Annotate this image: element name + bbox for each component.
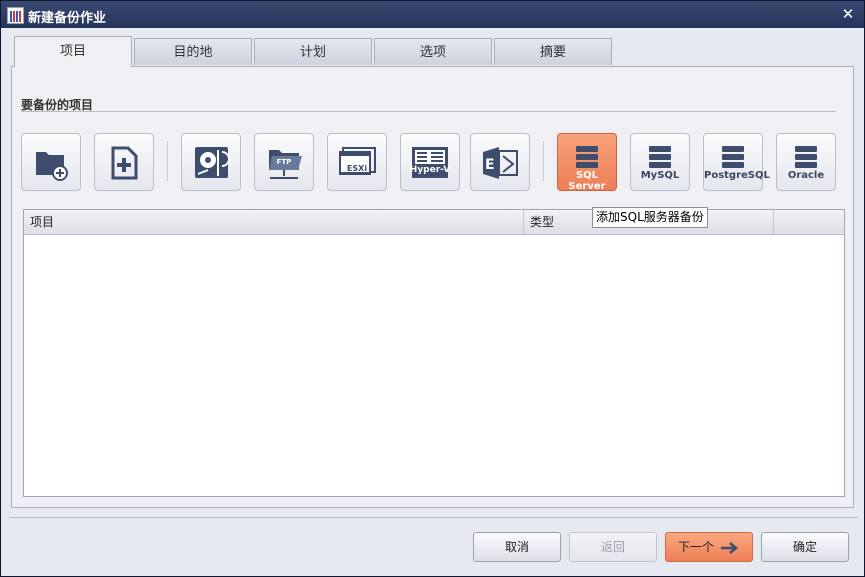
tab-summary[interactable]: 摘要 bbox=[494, 38, 612, 65]
next-button[interactable]: 下一个 bbox=[665, 532, 753, 562]
back-button[interactable]: 返回 bbox=[569, 532, 657, 562]
tool-label-mysql: MySQL bbox=[640, 170, 680, 181]
add-disk-button[interactable] bbox=[181, 133, 241, 191]
tab-options[interactable]: 选项 bbox=[374, 38, 492, 65]
tab-schedule[interactable]: 计划 bbox=[254, 38, 372, 65]
window-title: 新建备份作业 bbox=[28, 11, 107, 26]
file-add-icon bbox=[111, 146, 138, 180]
add-mysql-button[interactable]: MySQL bbox=[630, 133, 690, 191]
next-button-label: 下一个 bbox=[677, 540, 714, 554]
add-hyper-v-button[interactable]: Hyper-V bbox=[400, 133, 460, 191]
add-oracle-button[interactable]: Oracle bbox=[776, 133, 836, 191]
tool-label-hyper-v: Hyper-V bbox=[409, 165, 451, 175]
close-icon: ✕ bbox=[841, 5, 855, 23]
tool-label-esxi: ESXi bbox=[346, 164, 368, 173]
items-panel: 要备份的项目 FTP ESXi Hyper-V E SQL Server MyS… bbox=[11, 66, 854, 508]
add-ftp-button[interactable]: FTP bbox=[254, 133, 314, 191]
tool-label-oracle: Oracle bbox=[787, 170, 825, 181]
tab-items[interactable]: 项目 bbox=[14, 36, 132, 67]
arrow-right-icon bbox=[721, 541, 738, 554]
folder-add-icon bbox=[36, 152, 68, 181]
column-header-extra bbox=[774, 210, 844, 234]
database-icon bbox=[722, 146, 744, 168]
add-postgresql-button[interactable]: PostgreSQL bbox=[703, 133, 770, 191]
toolbar-separator bbox=[543, 141, 544, 181]
toolbar-separator bbox=[167, 141, 168, 181]
footer-divider bbox=[9, 517, 858, 518]
esxi-icon bbox=[339, 147, 376, 175]
cancel-button[interactable]: 取消 bbox=[473, 532, 561, 562]
database-icon bbox=[795, 146, 817, 168]
column-header-item[interactable]: 项目 bbox=[24, 210, 524, 234]
add-esxi-button[interactable]: ESXi bbox=[327, 133, 387, 191]
disk-drive-icon bbox=[195, 147, 230, 178]
tool-label-sql-server: SQL Server bbox=[568, 170, 606, 192]
ftp-badge: FTP bbox=[276, 158, 292, 166]
tab-destination[interactable]: 目的地 bbox=[134, 38, 252, 65]
exchange-icon: E bbox=[483, 147, 518, 179]
table-header: 项目 类型 bbox=[24, 210, 844, 235]
hyper-v-icon bbox=[412, 147, 448, 178]
add-exchange-button[interactable]: E bbox=[470, 133, 530, 191]
backup-job-dialog: 新建备份作业 ✕ 项目 目的地 计划 选项 摘要 要备份的项目 FTP ESXi… bbox=[0, 0, 865, 577]
items-table[interactable]: 项目 类型 bbox=[23, 209, 845, 497]
close-button[interactable]: ✕ bbox=[838, 4, 858, 24]
ok-button[interactable]: 确定 bbox=[761, 532, 849, 562]
app-icon bbox=[7, 7, 24, 24]
section-divider bbox=[21, 111, 836, 112]
add-folder-button[interactable] bbox=[21, 133, 81, 191]
add-sql-server-button[interactable]: SQL Server bbox=[557, 133, 617, 192]
svg-text:E: E bbox=[485, 157, 495, 173]
database-icon bbox=[649, 146, 671, 168]
tool-label-postgresql: PostgreSQL bbox=[704, 170, 770, 181]
title-bar[interactable]: 新建备份作业 ✕ bbox=[1, 1, 864, 28]
tooltip: 添加SQL服务器备份 bbox=[592, 207, 708, 228]
add-file-button[interactable] bbox=[94, 133, 154, 191]
